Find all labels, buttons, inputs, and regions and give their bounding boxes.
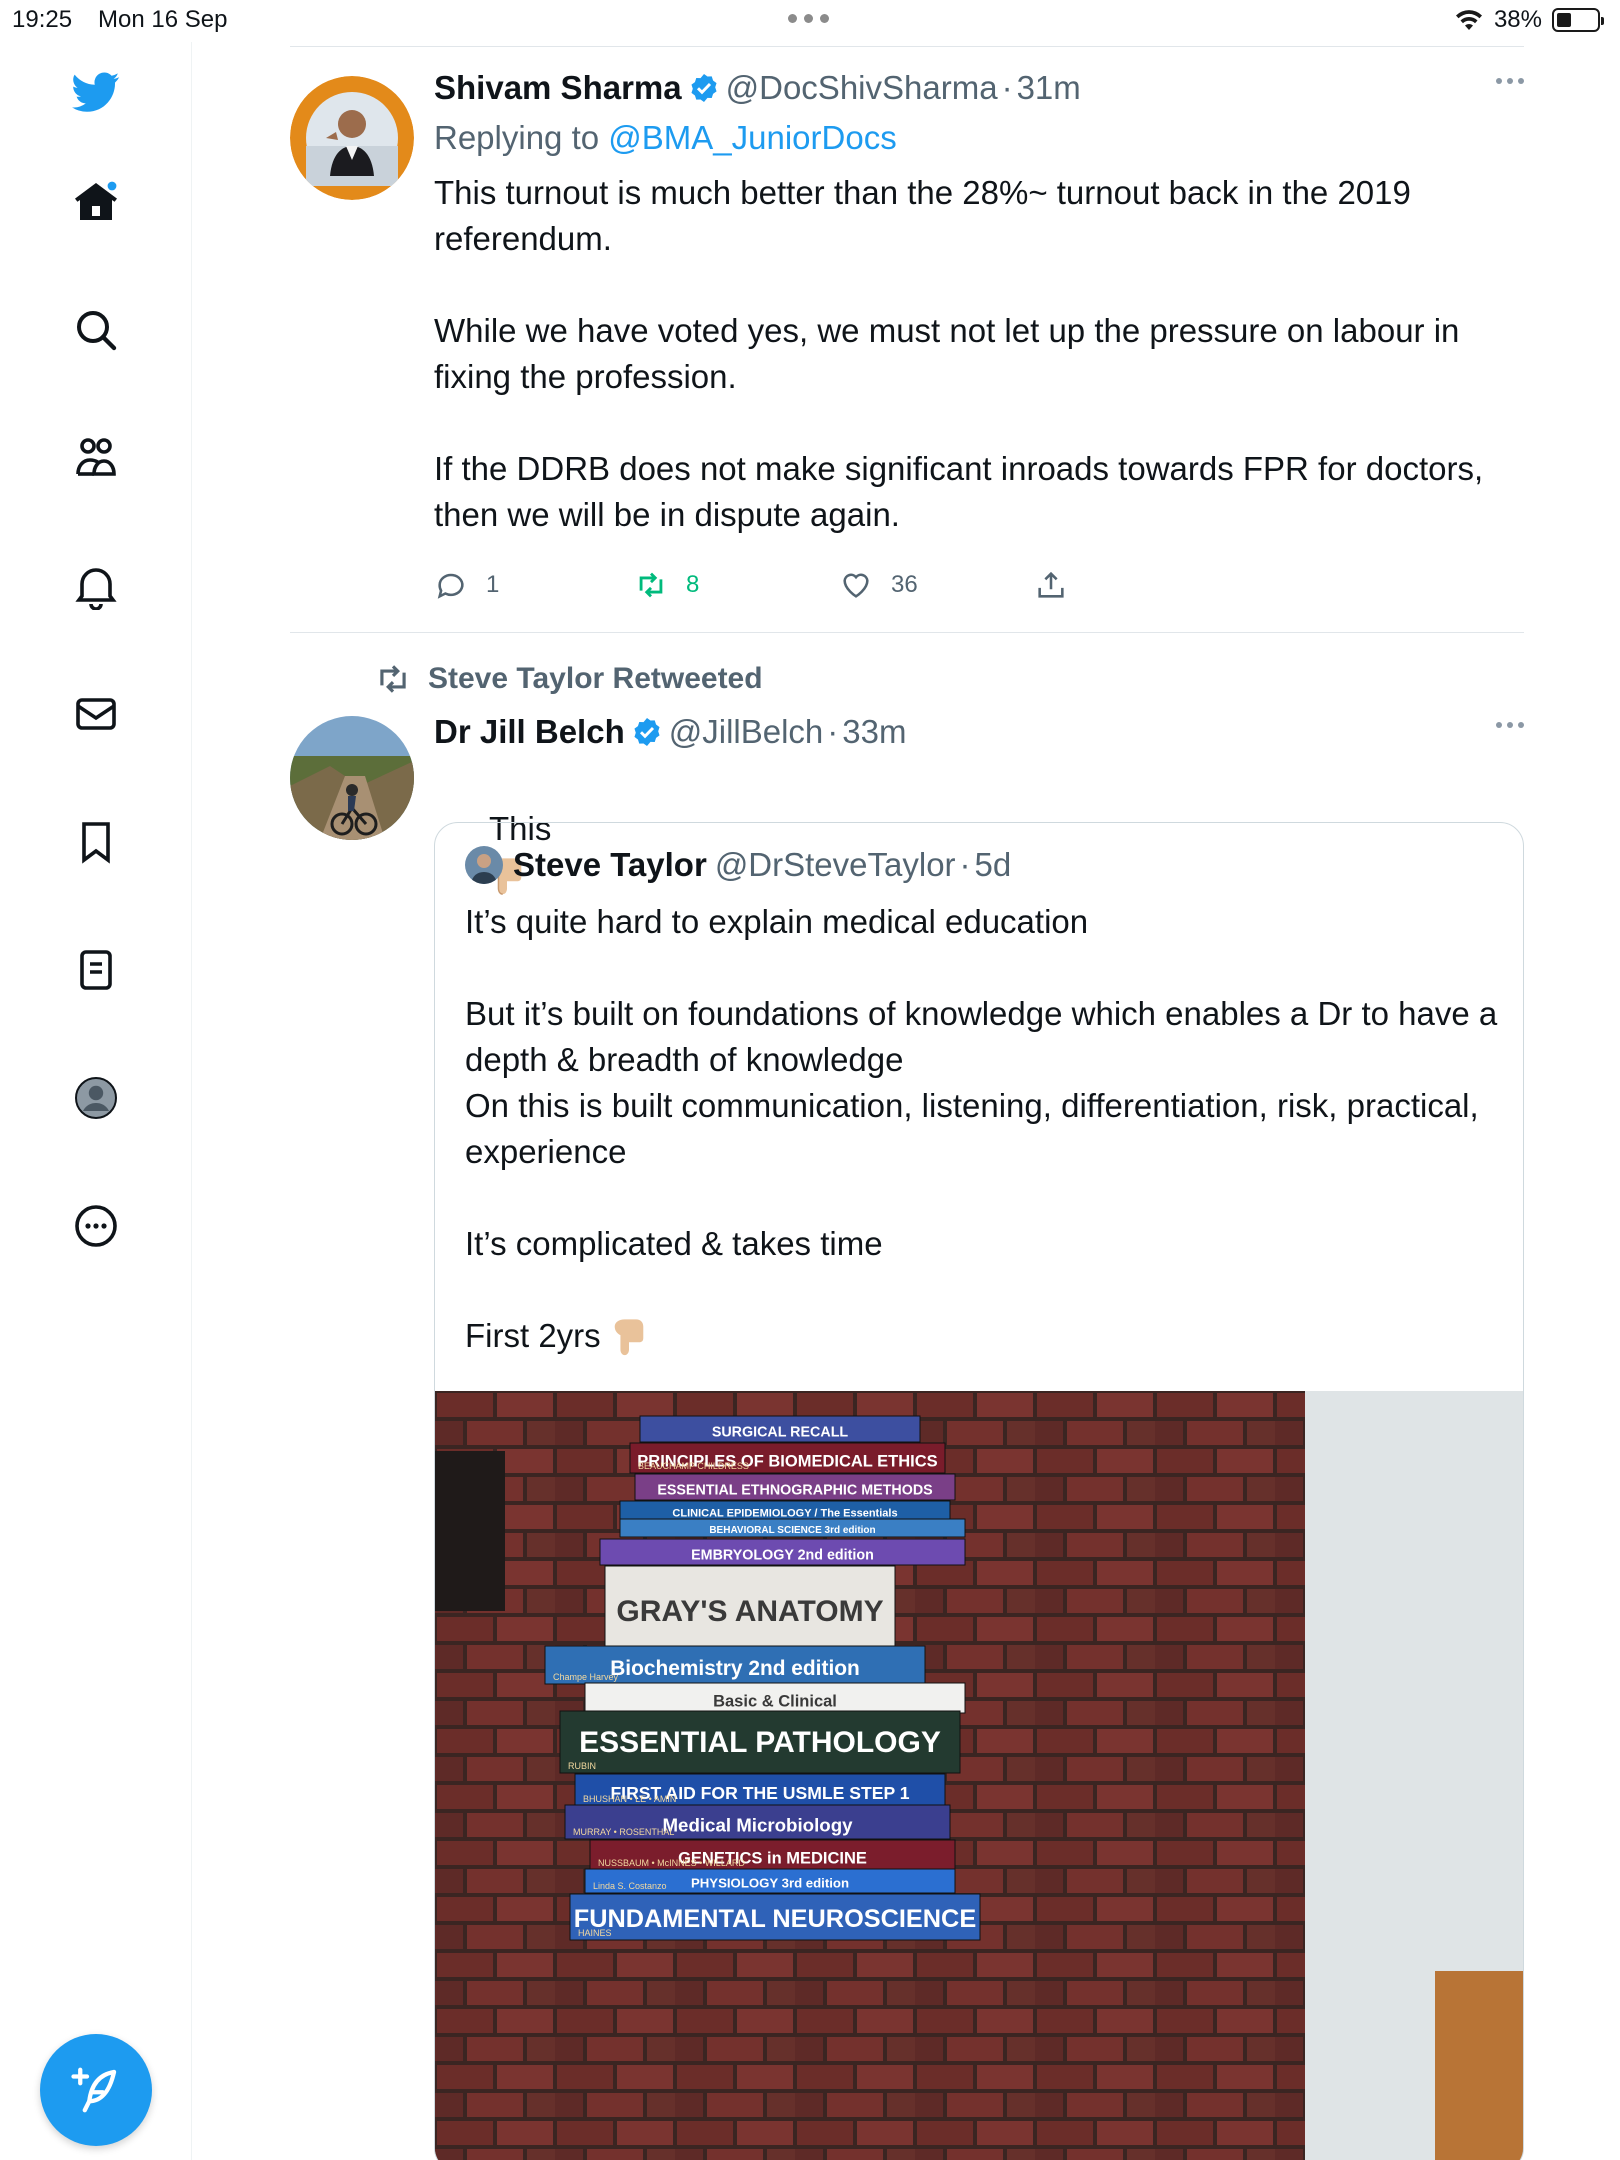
separator-dot: · — [1001, 69, 1013, 106]
quote-time[interactable]: 5d — [975, 845, 1012, 885]
communities-icon[interactable] — [66, 428, 126, 488]
compose-button[interactable] — [40, 2034, 152, 2146]
twitter-logo-icon[interactable] — [66, 62, 126, 122]
more-options-icon[interactable] — [1496, 78, 1524, 84]
tweet-header: Dr Jill Belch @JillBelch · 33m — [434, 712, 1524, 752]
more-circle-icon[interactable] — [66, 1196, 126, 1256]
verified-badge-icon — [631, 716, 663, 748]
book-title: Medical Microbiology — [662, 1815, 853, 1836]
share-icon — [1038, 571, 1064, 598]
lists-icon[interactable] — [66, 940, 126, 1000]
book-title: EMBRYOLOGY 2nd edition — [691, 1547, 874, 1563]
compose-feather-icon — [71, 2067, 117, 2113]
book-title: BEHAVIORAL SCIENCE 3rd edition — [709, 1525, 875, 1536]
like-button[interactable]: 36 — [839, 568, 918, 602]
quoted-tweet[interactable]: Steve Taylor @DrSteveTaylor · 5d It’s qu… — [434, 822, 1524, 2160]
retweeted-text: Steve Taylor Retweeted — [428, 662, 763, 695]
reply-icon — [437, 573, 464, 599]
avatar[interactable] — [290, 716, 414, 840]
book-title: ESSENTIAL ETHNOGRAPHIC METHODS — [657, 1482, 932, 1498]
profile-avatar-icon[interactable] — [66, 1068, 126, 1128]
notifications-bell-icon[interactable] — [66, 556, 126, 616]
tweet-actions: 1 8 36 — [434, 565, 1524, 605]
status-right: 38% — [1454, 6, 1604, 34]
retweet-icon — [380, 665, 406, 693]
book-subtitle: HAINES — [578, 1928, 612, 1938]
quote-author-handle[interactable]: @DrSteveTaylor — [715, 845, 956, 885]
home-icon[interactable] — [66, 172, 126, 232]
status-time: 19:25 — [12, 6, 73, 33]
tweet-time[interactable]: 33m — [842, 712, 906, 752]
status-bar: 19:25 Mon 16 Sep 38% — [0, 0, 1620, 42]
replying-to-link[interactable]: @BMA_JuniorDocs — [608, 119, 896, 156]
tweet-divider — [290, 632, 1524, 633]
author-name[interactable]: Dr Jill Belch — [434, 712, 625, 752]
avatar[interactable] — [290, 76, 414, 200]
retweeted-banner[interactable]: Steve Taylor Retweeted — [374, 660, 763, 698]
retweet-count: 8 — [686, 571, 700, 598]
tweet-text: This turnout is much better than the 28%… — [434, 174, 1484, 533]
quote-image[interactable]: SURGICAL RECALL PRINCIPLES OF BIOMEDICAL … — [435, 1391, 1523, 2160]
author-handle[interactable]: @DocShivSharma — [726, 68, 998, 108]
book-subtitle: MURRAY • ROSENTHAL — [573, 1827, 674, 1837]
book-title: CLINICAL EPIDEMIOLOGY / The Essentials — [672, 1508, 897, 1520]
wifi-icon — [1455, 10, 1482, 30]
book-title: GRAY'S ANATOMY — [616, 1595, 883, 1628]
book-title: Biochemistry 2nd edition — [610, 1657, 860, 1680]
bookmarks-icon[interactable] — [66, 812, 126, 872]
author-handle[interactable]: @JillBelch — [669, 712, 824, 752]
book-subtitle: Champe Harvey — [553, 1672, 619, 1682]
pointing-down-emoji-icon — [614, 1319, 643, 1356]
book-title: PHYSIOLOGY 3rd edition — [691, 1876, 849, 1891]
status-date: Mon 16 Sep — [98, 6, 228, 33]
heart-icon — [843, 573, 869, 598]
like-count: 36 — [891, 571, 918, 598]
replying-prefix: Replying to — [434, 119, 600, 156]
quote-author-name[interactable]: Steve Taylor — [513, 845, 707, 885]
top-divider — [290, 46, 1524, 47]
author-name[interactable]: Shivam Sharma — [434, 68, 682, 108]
quote-text: It’s quite hard to explain medical educa… — [465, 903, 1498, 1354]
quote-header: Steve Taylor @DrSteveTaylor · 5d — [465, 845, 1523, 885]
verified-badge-icon — [688, 72, 720, 104]
avatar[interactable] — [465, 846, 503, 884]
reply-button[interactable]: 1 — [434, 568, 499, 602]
book-subtitle: BEAUCHAMP CHILDRESS — [638, 1461, 749, 1471]
tweet-header: Shivam Sharma @DocShivSharma · 31m — [434, 68, 1524, 108]
separator-dot: · — [827, 713, 839, 750]
book-title: ESSENTIAL PATHOLOGY — [579, 1726, 941, 1759]
more-options-icon[interactable] — [1496, 722, 1524, 728]
search-icon[interactable] — [66, 300, 126, 360]
book-title: FUNDAMENTAL NEUROSCIENCE — [574, 1905, 976, 1933]
messages-mail-icon[interactable] — [66, 684, 126, 744]
book-subtitle: Linda S. Costanzo — [593, 1881, 667, 1891]
sidebar — [0, 42, 192, 2160]
multitasking-dots-icon[interactable] — [788, 14, 829, 23]
share-button[interactable] — [1034, 568, 1068, 602]
tweet-time[interactable]: 31m — [1017, 68, 1081, 108]
quote-text-row: It’s quite hard to explain medical educa… — [465, 899, 1523, 1359]
battery-icon — [1552, 8, 1604, 32]
book-title: Basic & Clinical — [713, 1692, 837, 1710]
retweet-icon — [639, 572, 663, 598]
book-subtitle: RUBIN — [568, 1761, 596, 1771]
separator-dot: · — [959, 846, 971, 883]
book-subtitle: NUSSBAUM • McINNES • WILLARD — [598, 1858, 745, 1868]
book-title: SURGICAL RECALL — [712, 1424, 849, 1440]
book-subtitle: BHUSHAN • LE • AMIN — [583, 1794, 676, 1804]
battery-percent: 38% — [1493, 6, 1542, 33]
reply-count: 1 — [486, 571, 500, 598]
replying-to-line: Replying to @BMA_JuniorDocs — [434, 118, 1524, 158]
retweet-button[interactable]: 8 — [634, 568, 699, 602]
book-stack-photo: SURGICAL RECALLPRINCIPLES OF BIOMEDICAL … — [435, 1391, 1523, 2160]
